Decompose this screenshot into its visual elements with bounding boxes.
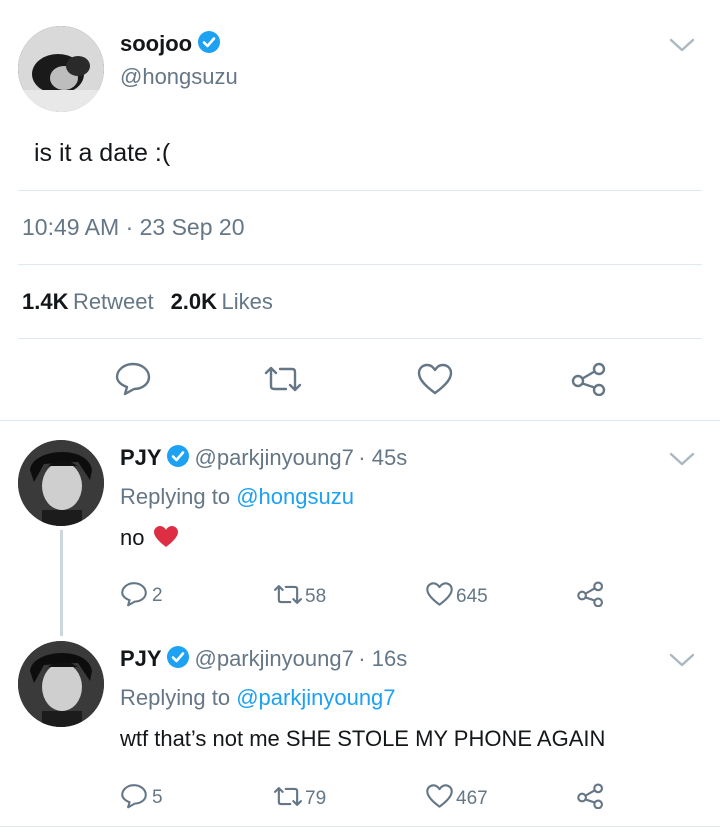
tweet-text: is it a date :(: [34, 139, 171, 167]
retweet-icon: [272, 785, 304, 813]
divider: [18, 264, 702, 265]
tweet-stats: 1.4K Retweet 2.0K Likes: [22, 289, 273, 315]
thread-line: [60, 530, 63, 636]
divider: [0, 826, 720, 827]
author-handle[interactable]: @hongsuzu: [120, 64, 238, 90]
reply-icon: [120, 782, 148, 814]
like-icon: [425, 581, 454, 612]
verified-badge-icon: [166, 444, 190, 473]
tweet-timestamp[interactable]: 10:49 AM · 23 Sep 20: [22, 214, 245, 241]
retweet-button[interactable]: 79: [272, 785, 326, 813]
reply-count: 5: [152, 787, 163, 808]
verified-badge-icon: [166, 645, 190, 674]
like-button[interactable]: 645: [425, 581, 488, 612]
reply-text: no: [120, 525, 145, 550]
reply-avatar[interactable]: [18, 641, 104, 727]
red-heart-emoji: [153, 525, 179, 555]
retweet-count[interactable]: 1.4K: [22, 289, 68, 314]
reply-icon: [120, 580, 148, 612]
reply-button[interactable]: 2: [120, 580, 163, 612]
replying-to-link[interactable]: @parkjinyoung7: [236, 685, 395, 710]
share-icon[interactable]: [576, 783, 605, 814]
reply-time[interactable]: · 45s: [358, 445, 407, 470]
share-icon[interactable]: [570, 362, 608, 401]
like-icon: [425, 783, 454, 814]
author-avatar[interactable]: [18, 26, 104, 112]
retweet-count: 79: [305, 788, 327, 809]
retweet-label[interactable]: Retweet: [73, 289, 154, 314]
chevron-down-icon[interactable]: [668, 36, 696, 54]
chevron-down-icon[interactable]: [668, 651, 696, 669]
like-button[interactable]: 467: [425, 783, 488, 814]
like-count: 467: [456, 787, 488, 809]
reply-author-name[interactable]: PJY: [120, 646, 162, 671]
reply-text: wtf that’s not me SHE STOLE MY PHONE AGA…: [120, 726, 606, 751]
like-icon[interactable]: [416, 362, 454, 401]
divider: [18, 190, 702, 191]
replying-to-label: Replying to: [120, 685, 231, 710]
reply-author-handle[interactable]: @parkjinyoung7: [195, 445, 354, 470]
like-count: 645: [456, 585, 488, 607]
replying-to-link[interactable]: @hongsuzu: [236, 484, 354, 509]
retweet-icon: [272, 583, 304, 611]
verified-badge-icon: [197, 30, 221, 59]
reply-author-handle[interactable]: @parkjinyoung7: [195, 646, 354, 671]
chevron-down-icon[interactable]: [668, 450, 696, 468]
retweet-button[interactable]: 58: [272, 583, 326, 611]
retweet-icon[interactable]: [262, 364, 304, 399]
like-count[interactable]: 2.0K: [171, 289, 217, 314]
divider: [0, 420, 720, 421]
author-name[interactable]: soojoo: [120, 31, 192, 56]
like-label[interactable]: Likes: [222, 289, 273, 314]
retweet-count: 58: [305, 586, 327, 607]
share-icon[interactable]: [576, 581, 605, 612]
reply-icon[interactable]: [114, 360, 152, 401]
reply-author-name[interactable]: PJY: [120, 445, 162, 470]
reply-button[interactable]: 5: [120, 782, 163, 814]
replying-to-label: Replying to: [120, 484, 231, 509]
reply-avatar[interactable]: [18, 440, 104, 526]
reply-count: 2: [152, 585, 163, 606]
divider: [18, 338, 702, 339]
reply-time[interactable]: · 16s: [358, 646, 407, 671]
